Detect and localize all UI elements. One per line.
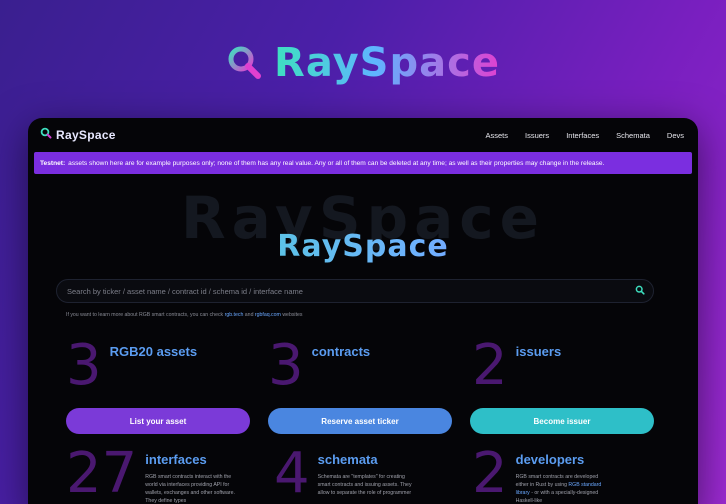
- nav-link-assets[interactable]: Assets: [485, 131, 508, 140]
- stat-number: 2: [472, 441, 508, 504]
- top-nav: RaySpace Assets Issuers Interfaces Schem…: [28, 118, 698, 152]
- rgb-tech-link[interactable]: rgb.tech: [225, 312, 244, 318]
- stat-number: 2: [472, 333, 508, 398]
- nav-link-schemata[interactable]: Schemata: [616, 131, 650, 140]
- main-logo: RaySpace: [28, 229, 698, 264]
- stat-number: 27: [66, 441, 138, 504]
- app-window: RaySpace Assets Issuers Interfaces Schem…: [28, 118, 698, 504]
- stat-number: 4: [274, 441, 310, 504]
- hero-logo: RaySpace: [0, 40, 726, 86]
- nav-brand-text: RaySpace: [56, 128, 116, 142]
- stat-label: interfaces: [145, 452, 207, 467]
- nav-link-issuers[interactable]: Issuers: [525, 131, 549, 140]
- hint-and: and: [244, 312, 254, 318]
- nav-link-interfaces[interactable]: Interfaces: [566, 131, 599, 140]
- stat-number: 3: [66, 333, 102, 398]
- stat-label: developers: [515, 452, 585, 467]
- stat-description: Schemata are "templates" for creating sm…: [317, 474, 412, 496]
- stat-assets[interactable]: 3 RGB20 assets: [66, 333, 198, 398]
- stat-label: schemata: [317, 452, 378, 467]
- banner-text: assets shown here are for example purpos…: [68, 159, 605, 167]
- reserve-ticker-button[interactable]: Reserve asset ticker: [268, 408, 452, 434]
- stat-developers[interactable]: 2 developers RGB smart contracts are dev…: [472, 441, 611, 504]
- hint-post: websites: [282, 312, 303, 318]
- hint-text: If you want to learn more about RGB smar…: [66, 312, 224, 318]
- stat-number: 3: [268, 333, 304, 398]
- become-issuer-button[interactable]: Become issuer: [470, 408, 654, 434]
- list-asset-button[interactable]: List your asset: [66, 408, 250, 434]
- stat-description: RGB smart contracts are developed either…: [516, 473, 611, 504]
- stat-contracts[interactable]: 3 contracts: [268, 333, 371, 398]
- rgbfaq-link[interactable]: rgbfaq.com: [255, 312, 281, 318]
- search-icon[interactable]: [635, 282, 645, 300]
- stat-issuers[interactable]: 2 issuers: [472, 333, 562, 398]
- learn-more-hint: If you want to learn more about RGB smar…: [66, 312, 303, 318]
- search-bar: [56, 279, 654, 303]
- testnet-banner: Testnet: assets shown here are for examp…: [34, 152, 692, 174]
- nav-links: Assets Issuers Interfaces Schemata Devs: [485, 131, 684, 140]
- banner-strong: Testnet:: [40, 159, 66, 167]
- stat-label: RGB20 assets: [109, 344, 198, 359]
- nav-brand[interactable]: RaySpace: [40, 126, 116, 144]
- magnifier-icon: [40, 126, 52, 144]
- stat-interfaces[interactable]: 27 interfaces RGB smart contracts intera…: [66, 441, 240, 504]
- stat-label: contracts: [311, 344, 371, 359]
- stat-label: issuers: [515, 344, 562, 359]
- stat-schemata[interactable]: 4 schemata Schemata are "templates" for …: [274, 441, 413, 504]
- search-input[interactable]: [67, 286, 635, 296]
- hero-brand-text: RaySpace: [274, 40, 500, 86]
- magnifier-icon: [226, 44, 264, 82]
- nav-link-devs[interactable]: Devs: [667, 131, 684, 140]
- stat-description: RGB smart contracts interact with the wo…: [145, 474, 235, 504]
